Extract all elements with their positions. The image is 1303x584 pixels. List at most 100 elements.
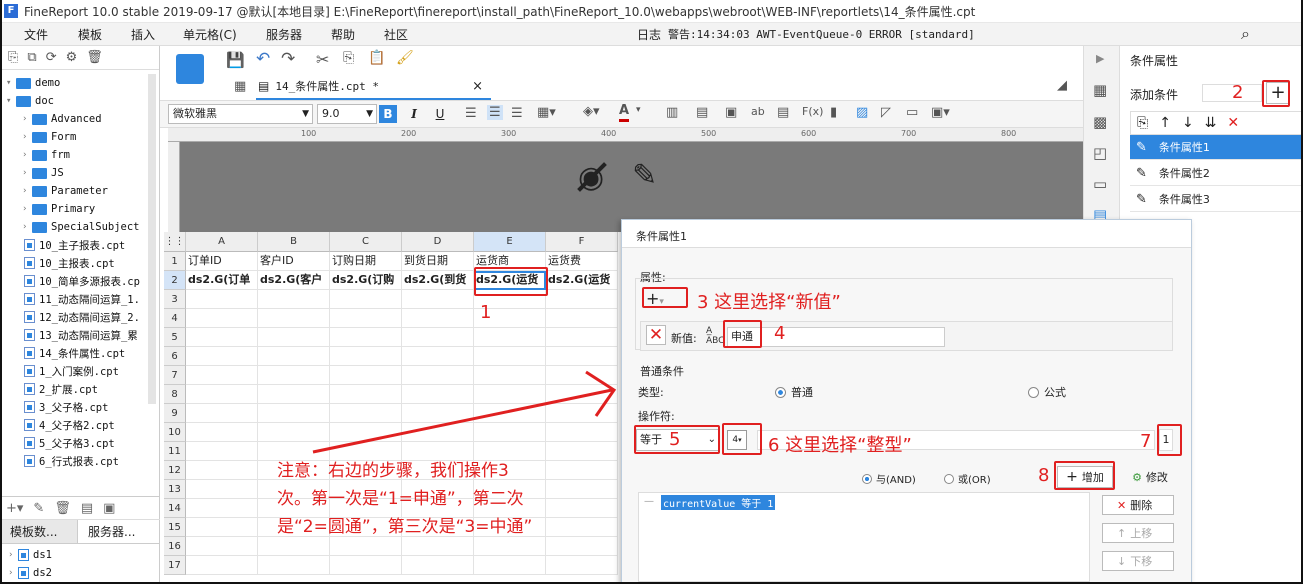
grid-cell[interactable] <box>186 461 258 480</box>
font-name-select[interactable]: 微软雅黑 ▼ <box>168 104 313 124</box>
grid-cell[interactable]: 订单ID <box>186 252 258 271</box>
condition-list-item[interactable]: ✎ 条件属性1 <box>1130 135 1303 160</box>
tree-folder[interactable]: › Form <box>22 128 76 146</box>
move-down-icon[interactable]: ↓ <box>1182 115 1194 131</box>
grid-cell[interactable] <box>186 442 258 461</box>
dataset-item[interactable]: › ds2 <box>8 564 52 582</box>
grid-cell[interactable] <box>402 556 474 575</box>
grid-cell[interactable] <box>546 461 618 480</box>
grid-cell[interactable] <box>186 480 258 499</box>
grid-cell[interactable] <box>546 423 618 442</box>
font-size-select[interactable]: 9.0 ▼ <box>317 104 377 124</box>
delete-icon[interactable]: 🗑 <box>86 50 103 65</box>
grid-cell[interactable]: ds2.G(客户 <box>258 271 330 290</box>
delete-condition-icon[interactable]: ✕ <box>1227 115 1239 131</box>
grid-cell[interactable] <box>258 556 330 575</box>
tree-file[interactable]: 5_父子格3.cpt <box>22 434 115 452</box>
server-icon[interactable]: ▣ <box>103 501 115 516</box>
grid-cell[interactable] <box>186 385 258 404</box>
tree-folder[interactable]: › JS <box>22 164 64 182</box>
edit-icon[interactable]: ✎ <box>33 501 44 516</box>
tree-file[interactable]: 4_父子格2.cpt <box>22 416 115 434</box>
move-up-icon[interactable]: ↑ <box>1159 115 1171 131</box>
grid-cell[interactable]: 到货日期 <box>402 252 474 271</box>
copy-icon[interactable]: ⧉ <box>27 50 36 65</box>
grid-cell[interactable] <box>546 499 618 518</box>
row-header[interactable]: 13 <box>164 480 186 499</box>
tree-folder[interactable]: › Primary <box>22 200 95 218</box>
grid-icon[interactable]: ▦ <box>234 79 246 94</box>
refresh-icon[interactable]: ⟳ <box>46 50 57 65</box>
float-element-icon[interactable]: ▣▾ <box>931 105 950 120</box>
menu-community[interactable]: 社区 <box>384 26 408 43</box>
tree-file[interactable]: 10_主报表.cpt <box>22 254 115 272</box>
menu-cell[interactable]: 单元格(C) <box>183 26 237 43</box>
grid-cell[interactable] <box>258 328 330 347</box>
row-header[interactable]: 9 <box>164 404 186 423</box>
grid-cell[interactable] <box>330 404 402 423</box>
grid-cell[interactable] <box>330 556 402 575</box>
delete-button[interactable]: ✕ 删除 <box>1102 495 1174 515</box>
add-dataset-icon[interactable]: +▾ <box>6 501 23 516</box>
data-column-icon[interactable]: ▣ <box>725 105 737 120</box>
trash-icon[interactable]: 🗑 <box>54 501 71 516</box>
grid-cell[interactable] <box>474 347 546 366</box>
grid-cell[interactable] <box>546 480 618 499</box>
tree-file[interactable]: 13_动态隔间运算_累 <box>22 326 138 344</box>
tree-file[interactable]: 10_简单多源报表.cp <box>22 272 140 290</box>
grid-cell[interactable] <box>402 347 474 366</box>
copy-condition-icon[interactable]: ⎘ <box>1137 115 1148 131</box>
widget-icon[interactable]: ▭ <box>1093 175 1107 193</box>
column-header[interactable]: E <box>474 232 546 252</box>
grid-cell[interactable] <box>186 309 258 328</box>
collapse-right-icon[interactable]: ▶ <box>1096 52 1104 65</box>
grid-cell[interactable] <box>474 366 546 385</box>
grid-cell[interactable] <box>186 290 258 309</box>
tree-folder[interactable]: › Parameter <box>22 182 108 200</box>
grid-cell[interactable] <box>186 423 258 442</box>
copy-icon[interactable]: ⎘ <box>343 50 354 66</box>
redo-icon[interactable]: ↷ <box>281 49 295 69</box>
column-header[interactable]: D <box>402 232 474 252</box>
align-left-icon[interactable]: ☰ <box>465 106 477 121</box>
condition-entry[interactable]: currentValue 等于 1 <box>661 495 776 510</box>
grid-cell[interactable] <box>546 290 618 309</box>
save-icon[interactable]: 💾 <box>226 51 245 69</box>
font-color-dropdown-icon[interactable]: ▾ <box>636 105 641 115</box>
tree-folder[interactable]: ▾ doc <box>6 92 54 110</box>
row-header[interactable]: 2 <box>164 271 186 290</box>
undo-icon[interactable]: ↶ <box>256 49 270 69</box>
row-header[interactable]: 12 <box>164 461 186 480</box>
new-file-icon[interactable]: ⎘ <box>8 50 18 65</box>
tree-file[interactable]: 14_条件属性.cpt <box>22 344 125 362</box>
row-header[interactable]: 5 <box>164 328 186 347</box>
paste-icon[interactable]: 📋 <box>368 50 385 66</box>
italic-button[interactable]: I <box>405 105 423 123</box>
tab-template-dataset[interactable]: 模板数... <box>0 520 78 543</box>
move-down-button[interactable]: ↓ 下移 <box>1102 551 1174 571</box>
grid-cell[interactable]: 客户ID <box>258 252 330 271</box>
underline-button[interactable]: U <box>431 105 449 123</box>
grid-cell[interactable] <box>330 328 402 347</box>
grid-cell[interactable] <box>546 556 618 575</box>
tree-folder[interactable]: › SpecialSubject <box>22 218 140 236</box>
menu-file[interactable]: 文件 <box>24 26 48 43</box>
chart-icon[interactable]: ▮ <box>830 105 837 120</box>
row-header[interactable]: 15 <box>164 518 186 537</box>
condition-list-item[interactable]: ✎ 条件属性3 <box>1130 187 1303 212</box>
sub-report-icon[interactable]: ▭ <box>906 105 918 120</box>
grid-cell[interactable] <box>402 309 474 328</box>
row-header[interactable]: 3 <box>164 290 186 309</box>
float-icon[interactable]: ◰ <box>1093 144 1107 162</box>
grid-cell[interactable]: ds2.G(到货 <box>402 271 474 290</box>
row-header[interactable]: 7 <box>164 366 186 385</box>
grid-cell[interactable] <box>258 347 330 366</box>
grid-cell[interactable]: 订购日期 <box>330 252 402 271</box>
template-icon[interactable] <box>176 54 204 84</box>
move-up-button[interactable]: ↑ 上移 <box>1102 523 1174 543</box>
tree-folder[interactable]: › frm <box>22 146 70 164</box>
grid-cell[interactable] <box>330 347 402 366</box>
modify-button[interactable]: ⚙ 修改 <box>1125 466 1175 488</box>
grid-cell[interactable] <box>186 328 258 347</box>
grid-cell[interactable] <box>186 537 258 556</box>
